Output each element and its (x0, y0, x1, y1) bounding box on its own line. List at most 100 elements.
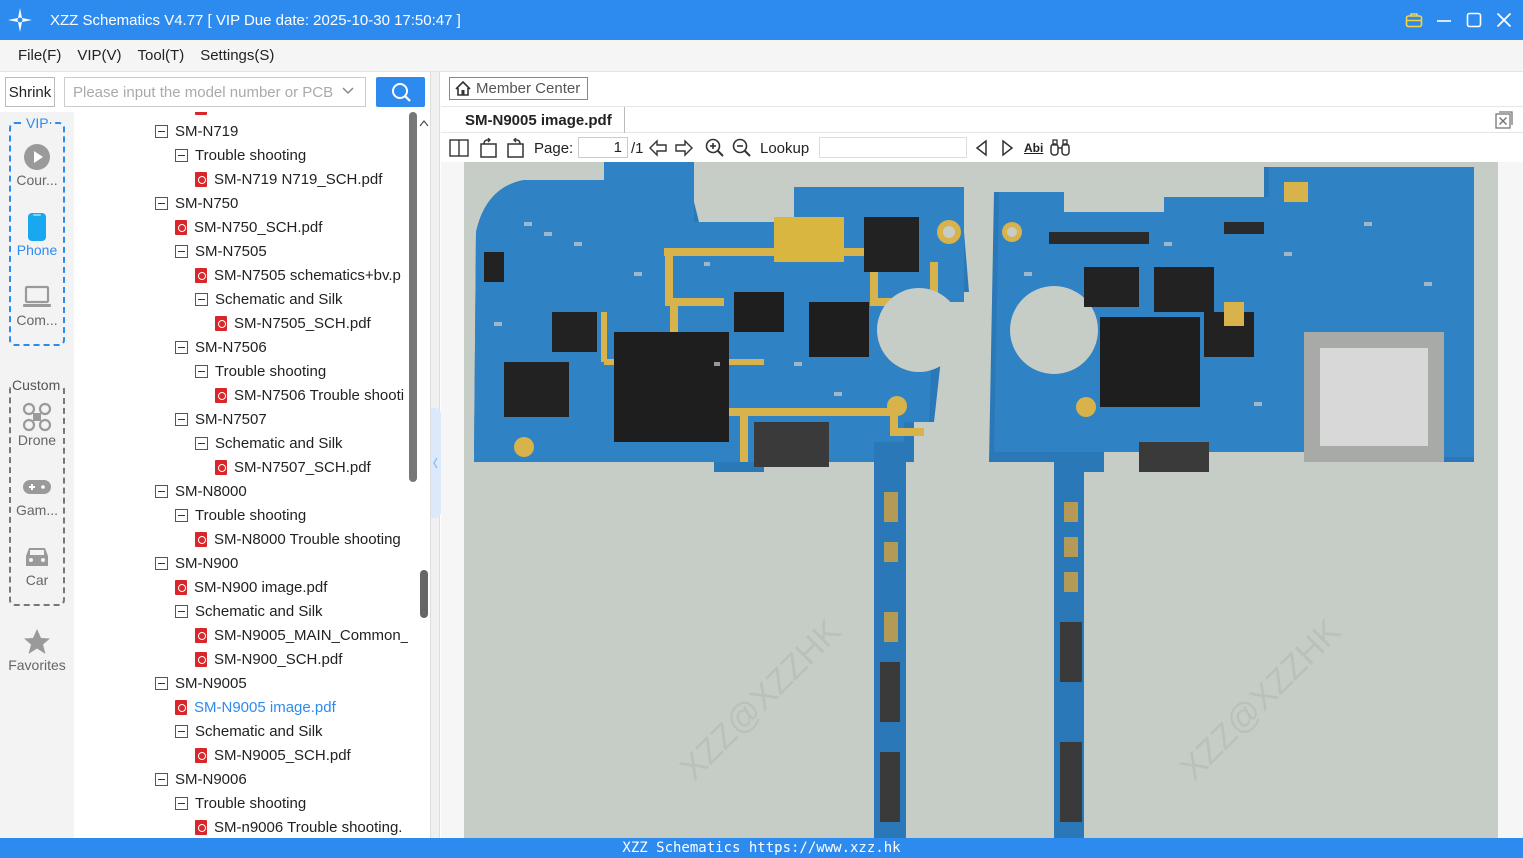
collapse-toggle-icon[interactable] (195, 292, 208, 306)
collapse-toggle-icon[interactable] (175, 412, 188, 426)
rotate-left-icon[interactable] (479, 138, 499, 158)
zoom-in-icon[interactable] (705, 138, 725, 158)
collapse-toggle-icon[interactable] (155, 772, 168, 786)
collapse-toggle-icon[interactable] (155, 676, 168, 690)
lookup-input[interactable] (819, 137, 967, 158)
close-button[interactable] (1495, 11, 1513, 29)
collapse-toggle-icon[interactable] (175, 508, 188, 522)
tree-file[interactable]: SM-N900_SCH.pdf (195, 647, 342, 671)
collapse-toggle-icon[interactable] (175, 148, 188, 162)
match-case-button[interactable]: Abi (1024, 138, 1043, 158)
tree-folder[interactable]: Trouble shooting (175, 143, 306, 167)
tree-folder[interactable]: SM-N900 (155, 551, 238, 575)
tree-file[interactable]: SM-N750_SCH.pdf (175, 215, 322, 239)
category-phone[interactable]: Phone (0, 212, 74, 258)
collapse-toggle-icon[interactable] (155, 124, 168, 138)
tab-document[interactable]: SM-N9005 image.pdf (453, 107, 625, 133)
collapse-toggle-icon[interactable] (155, 196, 168, 210)
collapse-toggle-icon[interactable] (155, 484, 168, 498)
category-favorites[interactable]: Favorites (0, 627, 74, 673)
next-page-icon[interactable] (674, 138, 694, 158)
collapse-toggle-icon[interactable] (175, 796, 188, 810)
tree-file[interactable]: SM-N9005_MAIN_Common_ (195, 623, 408, 647)
splitter-handle[interactable] (431, 408, 441, 518)
panel-splitter[interactable] (430, 72, 441, 838)
tree-folder[interactable]: SM-N9005 (155, 671, 247, 695)
category-drone[interactable]: Drone (0, 402, 74, 448)
find-next-icon[interactable] (999, 138, 1015, 158)
tree-folder[interactable]: Schematic and Silk (175, 599, 323, 623)
tree-file[interactable]: SM-N7505_SCH.pdf (215, 311, 371, 335)
tree-label: SM-N7505 schematics+bv.p (214, 266, 401, 284)
rotate-right-icon[interactable] (505, 138, 525, 158)
tree-file[interactable]: SM-N900 image.pdf (175, 575, 327, 599)
toggle-sidebar-icon[interactable] (449, 138, 469, 158)
tree-file[interactable]: SM-n9006 Trouble shooting. (195, 815, 402, 838)
menu-settings[interactable]: Settings(S) (200, 47, 274, 64)
find-prev-icon[interactable] (974, 138, 990, 158)
collapse-toggle-icon[interactable] (175, 604, 188, 618)
panel-scrollbar-thumb[interactable] (420, 570, 428, 618)
tree-file[interactable]: SM-N9005 image.pdf (175, 695, 336, 719)
tree-folder[interactable]: SM-N7505 (175, 239, 267, 263)
title-bar: XZZ Schematics V4.77 [ VIP Due date: 202… (0, 0, 1523, 40)
menu-tool[interactable]: Tool(T) (138, 47, 185, 64)
member-center-button[interactable]: Member Center (449, 77, 588, 100)
tree-scrollbar-thumb[interactable] (409, 112, 417, 482)
tree-folder[interactable]: SM-N7506 (175, 335, 267, 359)
tree-label: SM-N7506 Trouble shooti (234, 386, 405, 404)
tree-file[interactable]: SM-N719 N719_SCH.pdf (195, 167, 382, 191)
tree-folder[interactable]: SM-N719 (155, 119, 238, 143)
gamepad-icon (22, 472, 52, 502)
lookup-label: Lookup (760, 139, 810, 157)
menu-file[interactable]: File(F) (18, 47, 61, 64)
category-course[interactable]: Cour... (0, 142, 74, 188)
tree-folder[interactable]: SM-N9006 (155, 767, 247, 791)
tree-label: SM-N7505_SCH.pdf (234, 314, 371, 332)
tree-folder[interactable]: Trouble shooting (195, 359, 326, 383)
page-number-input[interactable]: 1 (578, 137, 628, 158)
collapse-toggle-icon[interactable] (195, 436, 208, 450)
tree-label: SM-N7505 (195, 242, 267, 260)
menu-vip[interactable]: VIP(V) (77, 47, 121, 64)
collapse-toggle-icon[interactable] (195, 364, 208, 378)
chevron-down-icon[interactable] (341, 84, 355, 102)
model-search-input[interactable] (73, 83, 333, 101)
tree-file[interactable]: SM-N7507_SCH.pdf (215, 455, 371, 479)
tree-folder[interactable]: Schematic and Silk (195, 287, 343, 311)
tree-scrollbar[interactable] (408, 112, 418, 838)
tree-folder[interactable]: SM-N8000 (155, 479, 247, 503)
tree-folder[interactable]: SM-N750 (155, 191, 238, 215)
collapse-toggle-icon[interactable] (175, 724, 188, 738)
category-label: Favorites (8, 657, 66, 673)
collapse-toggle-icon[interactable] (175, 244, 188, 258)
panel-scrollbar[interactable] (418, 112, 430, 838)
minimize-button[interactable] (1435, 11, 1453, 29)
tree-file[interactable]: SM-N7505 schematics+bv.p (195, 263, 401, 287)
collapse-toggle-icon[interactable] (175, 340, 188, 354)
tree-label: Trouble shooting (195, 794, 307, 812)
category-game[interactable]: Gam... (0, 472, 74, 518)
category-car[interactable]: Car (0, 542, 74, 588)
pdf-viewer[interactable]: XZZ@XZZHK XZZ@XZZHK (441, 162, 1523, 838)
model-search-combobox[interactable] (64, 77, 366, 107)
category-computer[interactable]: Com... (0, 282, 74, 328)
search-button[interactable] (376, 77, 425, 107)
maximize-button[interactable] (1465, 11, 1483, 29)
tree-folder[interactable]: SM-N7507 (175, 407, 267, 431)
shrink-button[interactable]: Shrink (5, 77, 55, 107)
tree-folder[interactable]: Trouble shooting (175, 503, 306, 527)
tree-folder[interactable]: Schematic and Silk (175, 719, 323, 743)
collapse-toggle-icon[interactable] (155, 556, 168, 570)
close-all-tabs-icon[interactable] (1495, 111, 1513, 133)
tree-file[interactable]: SM-N8000 Trouble shooting (195, 527, 401, 551)
tree-file[interactable]: SM-N7506 Trouble shooti (215, 383, 404, 407)
scroll-up-icon[interactable] (419, 114, 429, 131)
prev-page-icon[interactable] (648, 138, 668, 158)
tree-file[interactable]: SM-N9005_SCH.pdf (195, 743, 351, 767)
binoculars-icon[interactable] (1049, 138, 1071, 158)
tree-folder[interactable]: Trouble shooting (175, 791, 306, 815)
tree-folder[interactable]: Schematic and Silk (195, 431, 343, 455)
briefcase-icon[interactable] (1405, 11, 1423, 29)
zoom-out-icon[interactable] (732, 138, 752, 158)
